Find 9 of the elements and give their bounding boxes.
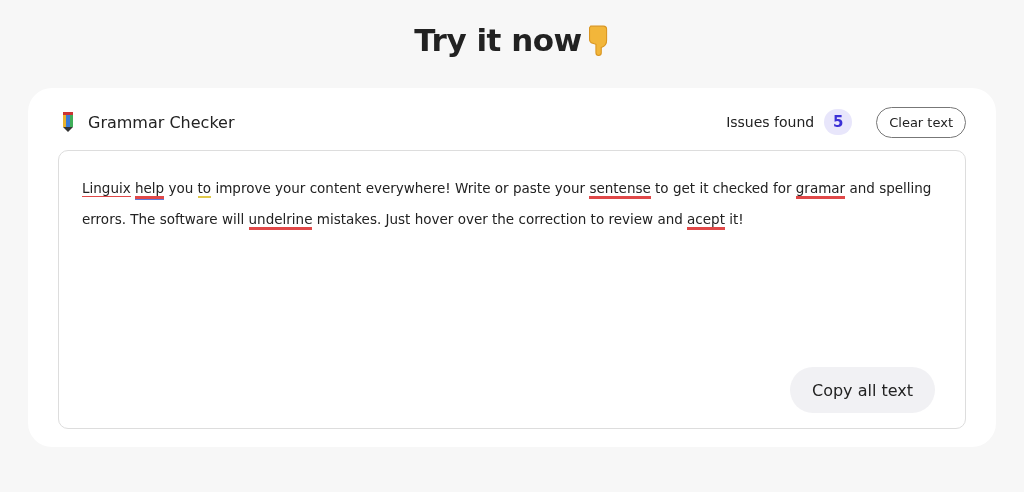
pencil-icon — [62, 112, 74, 132]
issues-label: Issues found — [726, 114, 815, 130]
issues-count-badge: 5 — [824, 109, 853, 135]
copy-all-text-button[interactable]: Copy all text — [789, 367, 935, 413]
text-editor[interactable] — [58, 150, 966, 429]
checked-paragraph: Linguix help you to improve your content everywhere! Write or paste your sentense to get it checked for gramar and spelling errors. The software will undelrine mistakes. Just hover over the correction to review and acept it! — [82, 173, 943, 235]
checker-title: Grammar Checker — [88, 112, 235, 132]
clear-text-button[interactable]: Clear text — [876, 106, 966, 138]
page-title: Try it now — [414, 22, 582, 58]
